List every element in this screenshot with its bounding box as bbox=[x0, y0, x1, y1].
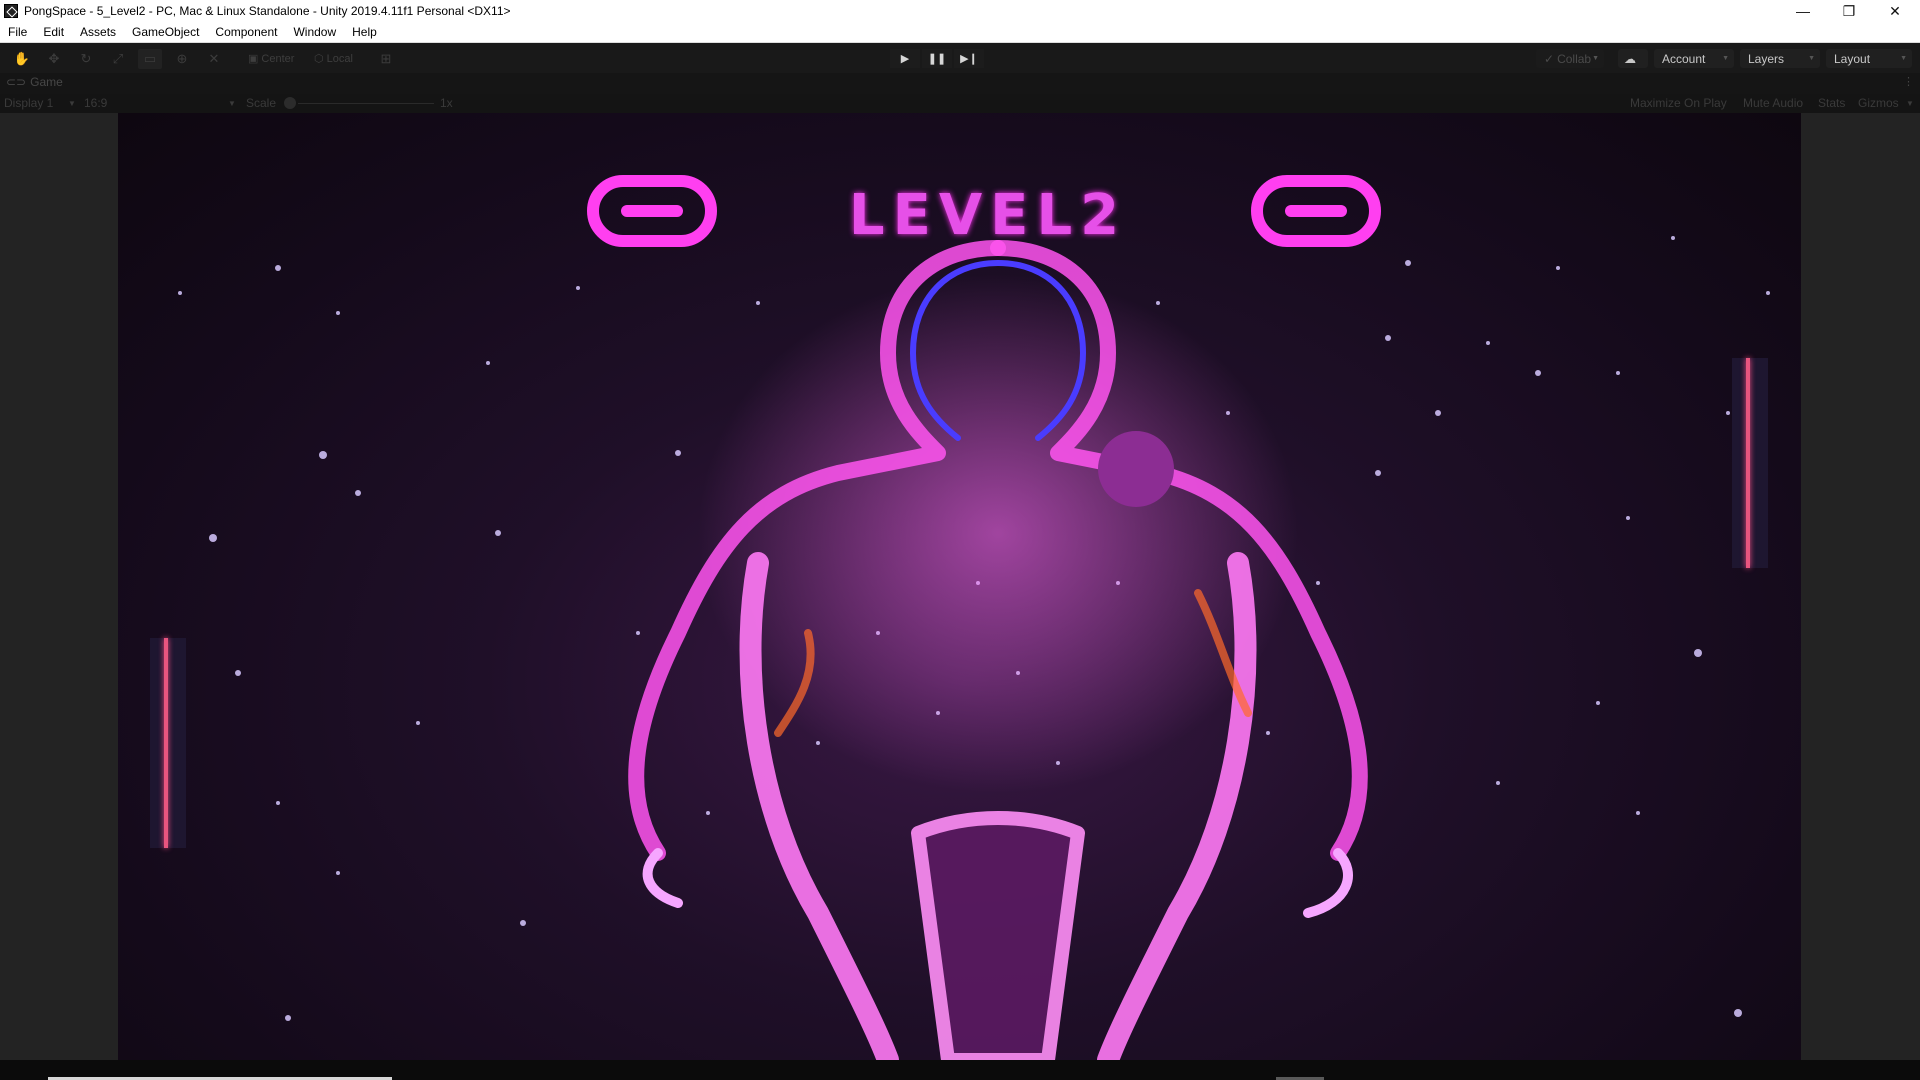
tab-menu-icon[interactable]: ⋮ bbox=[1903, 75, 1914, 88]
account-label: Account bbox=[1662, 51, 1706, 66]
tab-game[interactable]: ⊂⊃ Game bbox=[6, 75, 63, 89]
stats-toggle[interactable]: Stats bbox=[1818, 96, 1845, 110]
status-strip bbox=[0, 1060, 1920, 1080]
pivot-space-label: Local bbox=[326, 52, 353, 65]
window-title: PongSpace - 5_Level2 - PC, Mac & Linux S… bbox=[24, 4, 511, 18]
display-select[interactable]: Display 1 bbox=[4, 96, 53, 110]
custom-tool-icon[interactable]: ✕ bbox=[202, 49, 226, 69]
game-tab-row: ⊂⊃ Game ⋮ bbox=[0, 73, 1920, 94]
menu-gameobject[interactable]: GameObject bbox=[124, 25, 207, 39]
level-title: LEVEL2 bbox=[848, 183, 1128, 248]
rect-tool-icon[interactable]: ▭ bbox=[138, 49, 162, 69]
menu-window[interactable]: Window bbox=[285, 25, 344, 39]
transform-tool-icon[interactable]: ⊕ bbox=[170, 49, 194, 69]
game-view-options: Display 1 ▼ 16:9 ▼ Scale 1x Maximize On … bbox=[0, 94, 1920, 113]
restore-button[interactable]: ❐ bbox=[1826, 0, 1872, 22]
layers-label: Layers bbox=[1748, 51, 1785, 66]
menu-help[interactable]: Help bbox=[344, 25, 385, 39]
score-right: 0 bbox=[1251, 175, 1381, 259]
chevron-down-icon: ▼ bbox=[1722, 55, 1729, 62]
unity-app-icon bbox=[4, 4, 18, 18]
move-tool-icon[interactable]: ✥ bbox=[42, 49, 66, 69]
title-bar: PongSpace - 5_Level2 - PC, Mac & Linux S… bbox=[0, 0, 1920, 22]
layout-dropdown[interactable]: Layout ▼ bbox=[1826, 49, 1912, 68]
layers-dropdown[interactable]: Layers ▼ bbox=[1740, 49, 1820, 68]
gizmos-toggle[interactable]: Gizmos bbox=[1858, 96, 1899, 110]
chevron-down-icon: ▼ bbox=[228, 99, 236, 108]
collab-check-icon: ✓ bbox=[1544, 51, 1555, 66]
maximize-on-play-toggle[interactable]: Maximize On Play bbox=[1630, 96, 1727, 110]
main-toolbar: ✋ ✥ ↻ ⤢ ▭ ⊕ ✕ ▣ Center ⬡ Local ⊞ ▶ ❚❚ ▶❙… bbox=[0, 43, 1920, 73]
scale-value: 1x bbox=[440, 96, 453, 110]
chevron-down-icon: ▼ bbox=[1592, 55, 1599, 62]
game-viewport: 0 0 LEVEL2 bbox=[0, 113, 1920, 1060]
mute-audio-toggle[interactable]: Mute Audio bbox=[1743, 96, 1803, 110]
chevron-down-icon: ▼ bbox=[1906, 99, 1914, 108]
menu-component[interactable]: Component bbox=[207, 25, 285, 39]
menu-edit[interactable]: Edit bbox=[35, 25, 72, 39]
collab-button[interactable]: ✓ Collab ▼ bbox=[1536, 49, 1604, 68]
menu-bar: File Edit Assets GameObject Component Wi… bbox=[0, 22, 1920, 43]
layout-label: Layout bbox=[1834, 51, 1871, 66]
cloud-button[interactable]: ☁ bbox=[1618, 49, 1648, 68]
cloud-icon: ☁ bbox=[1624, 51, 1636, 66]
chevron-down-icon: ▼ bbox=[68, 99, 76, 108]
chevron-down-icon: ▼ bbox=[1900, 55, 1907, 62]
scale-label: Scale bbox=[246, 96, 277, 110]
scale-slider-handle[interactable] bbox=[284, 97, 296, 109]
space-background bbox=[156, 236, 1770, 1060]
close-button[interactable]: ✕ bbox=[1872, 0, 1918, 22]
menu-assets[interactable]: Assets bbox=[72, 25, 124, 39]
grid-snap-icon[interactable]: ⊞ bbox=[374, 49, 398, 69]
game-canvas[interactable]: 0 0 LEVEL2 bbox=[118, 113, 1801, 1060]
pivot-center-icon: ▣ bbox=[248, 53, 259, 65]
ball bbox=[1098, 431, 1174, 507]
scale-tool-icon[interactable]: ⤢ bbox=[106, 49, 130, 69]
pivot-local-icon: ⬡ bbox=[314, 53, 324, 65]
play-button[interactable]: ▶ bbox=[890, 49, 920, 68]
pause-button[interactable]: ❚❚ bbox=[922, 49, 952, 68]
menu-file[interactable]: File bbox=[0, 25, 35, 39]
gamepad-icon: ⊂⊃ bbox=[6, 75, 27, 89]
left-paddle bbox=[150, 638, 186, 848]
step-button[interactable]: ▶❙ bbox=[954, 49, 984, 68]
score-left: 0 bbox=[587, 175, 717, 259]
aspect-select[interactable]: 16:9 bbox=[84, 96, 107, 110]
pivot-space-toggle[interactable]: ⬡ Local bbox=[310, 49, 368, 68]
minimize-button[interactable]: — bbox=[1780, 0, 1826, 22]
pivot-mode-label: Center bbox=[261, 52, 295, 65]
pivot-mode-toggle[interactable]: ▣ Center bbox=[244, 49, 306, 68]
hand-tool-icon[interactable]: ✋ bbox=[10, 49, 34, 69]
account-dropdown[interactable]: Account ▼ bbox=[1654, 49, 1734, 68]
right-paddle bbox=[1732, 358, 1768, 568]
tab-game-label: Game bbox=[30, 75, 63, 89]
scale-slider-track[interactable] bbox=[298, 103, 434, 104]
collab-label: Collab bbox=[1557, 51, 1592, 66]
chevron-down-icon: ▼ bbox=[1808, 55, 1815, 62]
rotate-tool-icon[interactable]: ↻ bbox=[74, 49, 98, 69]
